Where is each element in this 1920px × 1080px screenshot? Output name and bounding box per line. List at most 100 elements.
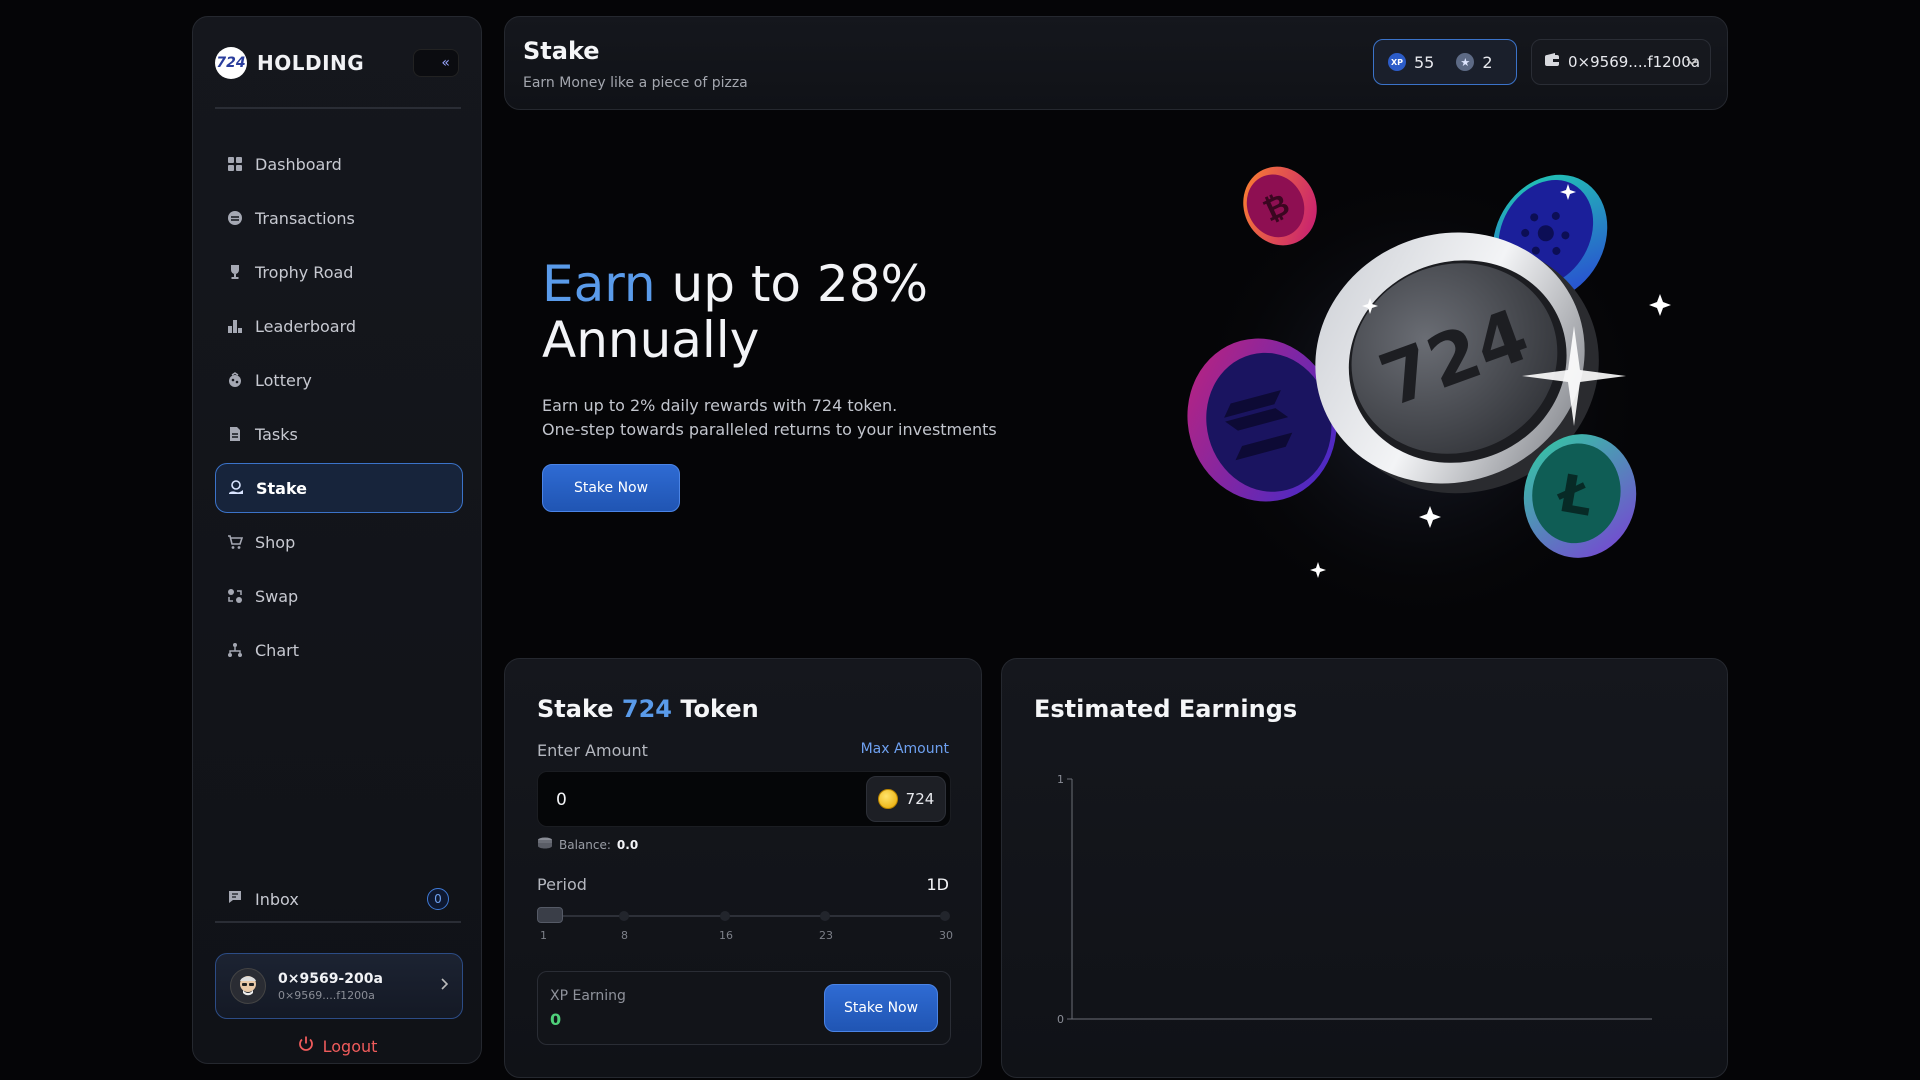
xp-earning-box: XP Earning 0 Stake Now — [537, 971, 951, 1045]
sidebar-item-dashboard[interactable]: Dashboard — [215, 139, 463, 189]
hero-description: Earn up to 2% daily rewards with 724 tok… — [542, 394, 997, 442]
sidebar-item-leaderboard[interactable]: Leaderboard — [215, 301, 463, 351]
sidebar-item-stake[interactable]: Stake — [215, 463, 463, 513]
wallet-dropdown[interactable]: 0×9569....f1200a — [1531, 39, 1711, 85]
brand[interactable]: 724 HOLDING — [215, 47, 364, 79]
sidebar-item-swap[interactable]: Swap — [215, 571, 463, 621]
avatar — [230, 968, 266, 1004]
balance-label: Balance: — [559, 837, 611, 852]
power-icon — [297, 1035, 315, 1057]
star-icon: ★ — [1456, 53, 1475, 71]
amount-input-value: 0 — [556, 790, 567, 810]
stake-card-title: Stake 724 Token — [537, 695, 759, 723]
page-subtitle: Earn Money like a piece of pizza — [523, 75, 748, 91]
sidebar-item-label: Transactions — [255, 208, 355, 228]
hero-stake-now-button[interactable]: Stake Now — [542, 464, 680, 512]
user-info: 0×9569-200a 0×9569....f1200a — [278, 971, 383, 1002]
stars-stat: ★ 2 — [1456, 52, 1493, 72]
sidebar-item-tasks[interactable]: Tasks — [215, 409, 463, 459]
amount-label: Enter Amount — [537, 741, 648, 760]
stake-token-card: Stake 724 Token Enter Amount Max Amount … — [504, 658, 982, 1078]
crypto-coins-illustration: ₿ 724 Ł — [1187, 166, 1671, 618]
earnings-chart: 01 — [1057, 773, 1652, 1026]
sidebar-item-label: Lottery — [255, 370, 312, 390]
inbox-icon — [227, 889, 243, 909]
hero-description-line1: Earn up to 2% daily rewards with 724 tok… — [542, 396, 898, 415]
page-title: Stake — [523, 37, 600, 65]
user-profile-card[interactable]: 0×9569-200a 0×9569....f1200a — [215, 953, 463, 1019]
balance-row: Balance: 0.0 — [537, 837, 638, 852]
estimated-earnings-card: Estimated Earnings 01 — [1001, 658, 1728, 1078]
wallet-icon — [1544, 52, 1560, 72]
slider-tick-label: 8 — [621, 929, 628, 942]
y-tick-label: 1 — [1057, 773, 1064, 786]
token-label: 724 — [905, 790, 935, 808]
sidebar-item-lottery[interactable]: Lottery — [215, 355, 463, 405]
brand-logo-text: 724 — [216, 55, 246, 71]
chevron-down-icon — [1686, 55, 1698, 70]
stake-title-suffix: Token — [672, 695, 759, 723]
slider-tick-label: 23 — [819, 929, 833, 942]
user-stats[interactable]: XP 55 ★ 2 — [1373, 39, 1517, 85]
hero-title-highlight: Earn — [542, 255, 656, 313]
sidebar-item-transactions[interactable]: Transactions — [215, 193, 463, 243]
token-selector[interactable]: 724 — [866, 776, 946, 822]
max-amount-link[interactable]: Max Amount — [861, 741, 949, 757]
lottery-icon — [227, 372, 243, 388]
cart-icon — [227, 534, 243, 550]
slider-tick-dot — [820, 911, 830, 921]
earnings-title: Estimated Earnings — [1034, 695, 1298, 723]
xp-earning-value: 0 — [550, 1010, 562, 1029]
slider-tick-label: 16 — [719, 929, 733, 942]
sidebar-item-label: Shop — [255, 532, 296, 552]
sidebar-item-chart[interactable]: Chart — [215, 625, 463, 675]
sidebar-item-label: Leaderboard — [255, 316, 357, 336]
swap-icon — [227, 588, 243, 604]
divider — [215, 107, 461, 109]
sidebar-item-label: Stake — [256, 478, 308, 498]
coins-icon — [537, 837, 553, 852]
period-slider-track[interactable] — [537, 915, 949, 917]
collapse-icon: « — [441, 55, 450, 71]
period-label: Period — [537, 875, 587, 894]
divider — [215, 921, 461, 923]
sidebar-item-shop[interactable]: Shop — [215, 517, 463, 567]
inbox-label: Inbox — [255, 889, 299, 909]
sidebar-item-label: Swap — [255, 586, 299, 606]
sidebar-item-label: Chart — [255, 640, 299, 660]
hero-title-rest: up to 28% — [655, 255, 929, 313]
collapse-sidebar-button[interactable]: « — [413, 49, 459, 77]
inbox-count-badge: 0 — [427, 888, 449, 910]
leaderboard-icon — [227, 318, 243, 334]
slider-tick-dot — [940, 911, 950, 921]
xp-stat: XP 55 — [1388, 53, 1434, 72]
xp-value: 55 — [1414, 52, 1435, 72]
sidebar-item-inbox[interactable]: Inbox 0 — [215, 879, 463, 919]
period-value: 1D — [926, 875, 950, 894]
hero-title: Earn up to 28% Annually — [542, 256, 928, 368]
brand-logo: 724 — [215, 47, 247, 79]
hero-title-line2: Annually — [542, 311, 760, 369]
slider-tick-label: 1 — [540, 929, 547, 942]
slider-tick-dot — [720, 911, 730, 921]
period-slider-thumb[interactable] — [537, 907, 563, 923]
stake-title-prefix: Stake — [537, 695, 622, 723]
slider-tick-label: 30 — [939, 929, 953, 942]
transactions-icon — [227, 210, 243, 226]
brand-name: HOLDING — [257, 51, 365, 75]
user-address: 0×9569....f1200a — [278, 988, 375, 1002]
chevron-right-icon — [440, 978, 449, 994]
wallet-address: 0×9569....f1200a — [1568, 53, 1701, 71]
logout-button[interactable]: Logout — [193, 1035, 481, 1057]
sidebar-item-trophy-road[interactable]: Trophy Road — [215, 247, 463, 297]
sidebar-item-label: Dashboard — [255, 154, 342, 174]
sidebar: 724 HOLDING « Dashboard Transactions Tro… — [192, 16, 482, 1064]
amount-input[interactable]: 0 724 — [537, 771, 951, 827]
token-coin-icon — [877, 789, 898, 809]
y-tick-label: 0 — [1057, 1013, 1064, 1026]
tasks-icon — [227, 426, 243, 442]
stars-value: 2 — [1482, 52, 1493, 72]
stake-icon — [228, 480, 244, 496]
stake-now-button[interactable]: Stake Now — [824, 984, 938, 1032]
xp-earning-label: XP Earning — [550, 988, 626, 1004]
